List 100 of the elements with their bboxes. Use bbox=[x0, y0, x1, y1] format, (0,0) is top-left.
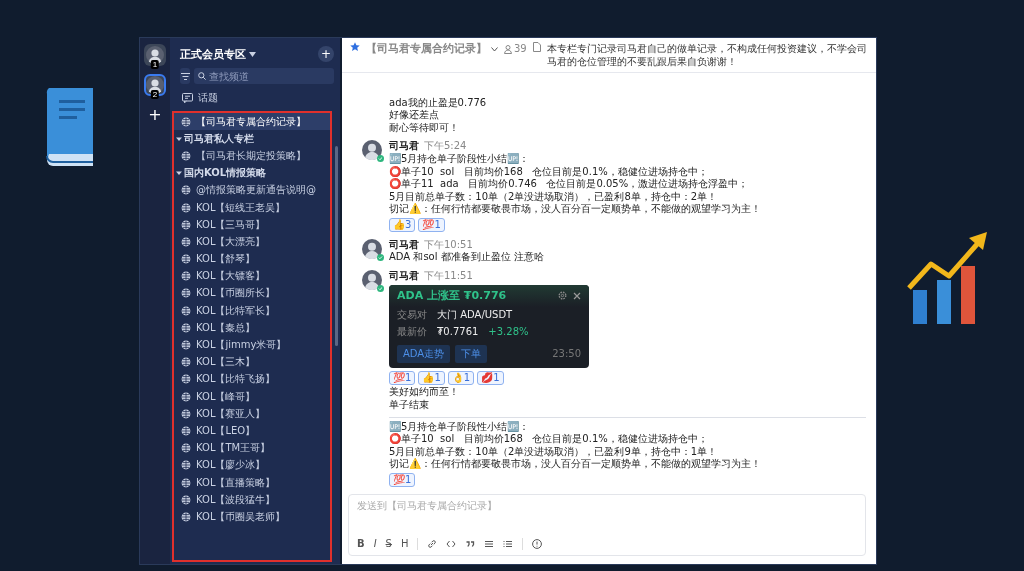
server-icon[interactable]: 2 bbox=[144, 74, 166, 96]
globe-icon bbox=[181, 477, 191, 488]
channel-item[interactable]: KOL【大镖客】 bbox=[174, 267, 330, 285]
channel-item[interactable]: KOL【币圈所长】 bbox=[174, 284, 330, 303]
globe-icon bbox=[181, 460, 191, 471]
channel-item[interactable]: KOL【波段猛牛】 bbox=[174, 491, 330, 509]
field-value: ₮0.7761 bbox=[437, 325, 479, 339]
message-time: 下午5:24 bbox=[424, 140, 467, 152]
globe-icon bbox=[181, 254, 191, 265]
field-label: 最新价 bbox=[397, 325, 427, 339]
message-text: 🆙5月持仓单子阶段性小结🆙： bbox=[389, 420, 531, 433]
globe-icon bbox=[181, 443, 191, 454]
message-text: ⭕单子10 sol 目前均价168 仓位目前是0.1%，稳健位进场持仓中； bbox=[389, 165, 709, 177]
bullet-list-icon[interactable] bbox=[484, 539, 495, 549]
channel-item[interactable]: KOL【TM王哥】 bbox=[174, 439, 330, 457]
online-check-icon bbox=[377, 253, 384, 261]
globe-icon bbox=[181, 425, 191, 436]
caret-icon bbox=[176, 135, 182, 142]
link-icon[interactable] bbox=[427, 539, 438, 549]
channel-item[interactable]: KOL【短线王老吴】 bbox=[174, 198, 330, 217]
message-time: 下午11:51 bbox=[424, 270, 473, 282]
author-name[interactable]: 司马君 bbox=[389, 238, 419, 250]
add-button[interactable]: + bbox=[318, 46, 334, 62]
card-button[interactable]: ADA走势 bbox=[397, 345, 451, 364]
category-header[interactable]: 司马君私人专栏 bbox=[174, 130, 330, 148]
message-text: 耐心等待即可！ bbox=[389, 121, 460, 135]
channel-item[interactable]: KOL【三木】 bbox=[174, 353, 330, 371]
channel-item[interactable]: KOL【峰哥】 bbox=[174, 388, 330, 406]
chat-bubble-icon bbox=[182, 93, 193, 103]
user-avatar[interactable] bbox=[362, 238, 382, 259]
message-text: 🆙5月持仓单子阶段性小结🆙： bbox=[389, 152, 531, 166]
globe-icon bbox=[181, 271, 191, 282]
field-label: 交易对 bbox=[397, 309, 427, 322]
channel-item[interactable]: KOL【廖少冰】 bbox=[174, 456, 330, 474]
person-icon bbox=[504, 44, 512, 54]
add-server-button[interactable]: + bbox=[145, 106, 165, 124]
message-text: 5月目前总单子数：10单（2单没进场取消），已盈利9单，持仓中：1单！ bbox=[389, 445, 719, 458]
channel-item[interactable]: 【司马君长期定投策略】 bbox=[174, 147, 330, 165]
author-name[interactable]: 司马君 bbox=[389, 270, 419, 282]
message-text: ada我的止盈是0.776 bbox=[389, 96, 488, 109]
user-avatar[interactable] bbox=[362, 140, 382, 161]
channel-item[interactable]: KOL【直播策略】 bbox=[174, 473, 330, 492]
globe-icon bbox=[181, 219, 191, 230]
settings-icon[interactable] bbox=[558, 291, 567, 301]
message-text: ADA 和sol 都准备到止盈位 注意哈 bbox=[389, 251, 544, 265]
card-button[interactable]: 下单 bbox=[455, 345, 488, 364]
search-icon bbox=[198, 72, 206, 80]
channel-item[interactable]: @情报策略更新通告说明@ bbox=[174, 181, 330, 199]
reaction-chip[interactable]: 💯1 bbox=[418, 217, 445, 232]
format-button[interactable]: B bbox=[357, 538, 365, 550]
info-icon[interactable] bbox=[532, 539, 543, 549]
reaction-chip[interactable]: 💯1 bbox=[389, 371, 416, 386]
unread-badge: 2 bbox=[150, 90, 160, 99]
channel-item[interactable]: KOL【LEO】 bbox=[174, 422, 330, 440]
search-field[interactable]: 查找频道 bbox=[194, 68, 334, 84]
message-text: ⭕单子10 sol 目前均价168 仓位目前是0.1%，稳健位进场持仓中； bbox=[389, 433, 709, 446]
server-icon[interactable]: 1 bbox=[144, 44, 166, 66]
globe-icon bbox=[181, 305, 191, 316]
format-button[interactable]: H bbox=[400, 538, 409, 550]
reaction-chip[interactable]: 💯1 bbox=[389, 473, 416, 487]
member-count: 39 bbox=[514, 42, 527, 56]
channel-item[interactable]: KOL【币圈吴老师】 bbox=[174, 508, 330, 526]
message-time: 下午10:51 bbox=[424, 238, 473, 250]
channel-item[interactable]: KOL【比特飞扬】 bbox=[174, 370, 330, 388]
reaction-chip[interactable]: 💋1 bbox=[477, 371, 504, 386]
card-title: ADA 上涨至 ₮0.776 bbox=[397, 289, 507, 303]
channel-item[interactable]: KOL【赛亚人】 bbox=[174, 405, 330, 423]
globe-icon bbox=[181, 116, 191, 127]
channel-item[interactable]: 【司马君专属合约记录】 bbox=[174, 113, 330, 131]
server-name[interactable]: 正式会员专区 bbox=[180, 46, 246, 62]
online-check-icon bbox=[377, 155, 384, 163]
channel-item[interactable]: KOL【大漂亮】 bbox=[174, 233, 330, 251]
quote-icon[interactable] bbox=[465, 539, 476, 549]
star-icon bbox=[350, 42, 360, 52]
channel-item[interactable]: KOL【比特军长】 bbox=[174, 302, 330, 320]
unread-badge: 1 bbox=[150, 60, 160, 69]
format-button[interactable]: I bbox=[373, 538, 377, 550]
field-value: 大门 ADA/USDT bbox=[437, 309, 513, 322]
format-button[interactable]: S bbox=[385, 538, 392, 550]
topics-link[interactable]: 话题 bbox=[198, 91, 218, 105]
user-avatar[interactable] bbox=[362, 270, 382, 291]
author-name[interactable]: 司马君 bbox=[389, 140, 419, 152]
category-header[interactable]: 国内KOL情报策略 bbox=[174, 164, 330, 182]
channel-item[interactable]: KOL【三马哥】 bbox=[174, 216, 330, 234]
message-text: 切记⚠：任何行情都要敬畏市场，没人百分百一定顺势单，不能做的观望学习为主！ bbox=[389, 458, 762, 471]
globe-icon bbox=[181, 391, 191, 402]
filter-button[interactable] bbox=[180, 68, 190, 84]
message-text: 单子结束 bbox=[389, 399, 430, 412]
globe-icon bbox=[181, 236, 191, 247]
channel-item[interactable]: KOL【舒琴】 bbox=[174, 250, 330, 268]
caret-down-icon[interactable] bbox=[491, 46, 498, 52]
globe-icon bbox=[181, 185, 191, 196]
channel-item[interactable]: KOL【秦总】 bbox=[174, 319, 330, 337]
close-icon[interactable] bbox=[573, 291, 581, 300]
online-check-icon bbox=[377, 285, 384, 293]
channel-item[interactable]: KOL【jimmy米哥】 bbox=[174, 336, 330, 354]
numbered-list-icon[interactable] bbox=[503, 539, 514, 549]
card-time: 23:50 bbox=[552, 348, 581, 361]
globe-icon bbox=[181, 340, 191, 351]
code-icon[interactable] bbox=[446, 539, 457, 549]
